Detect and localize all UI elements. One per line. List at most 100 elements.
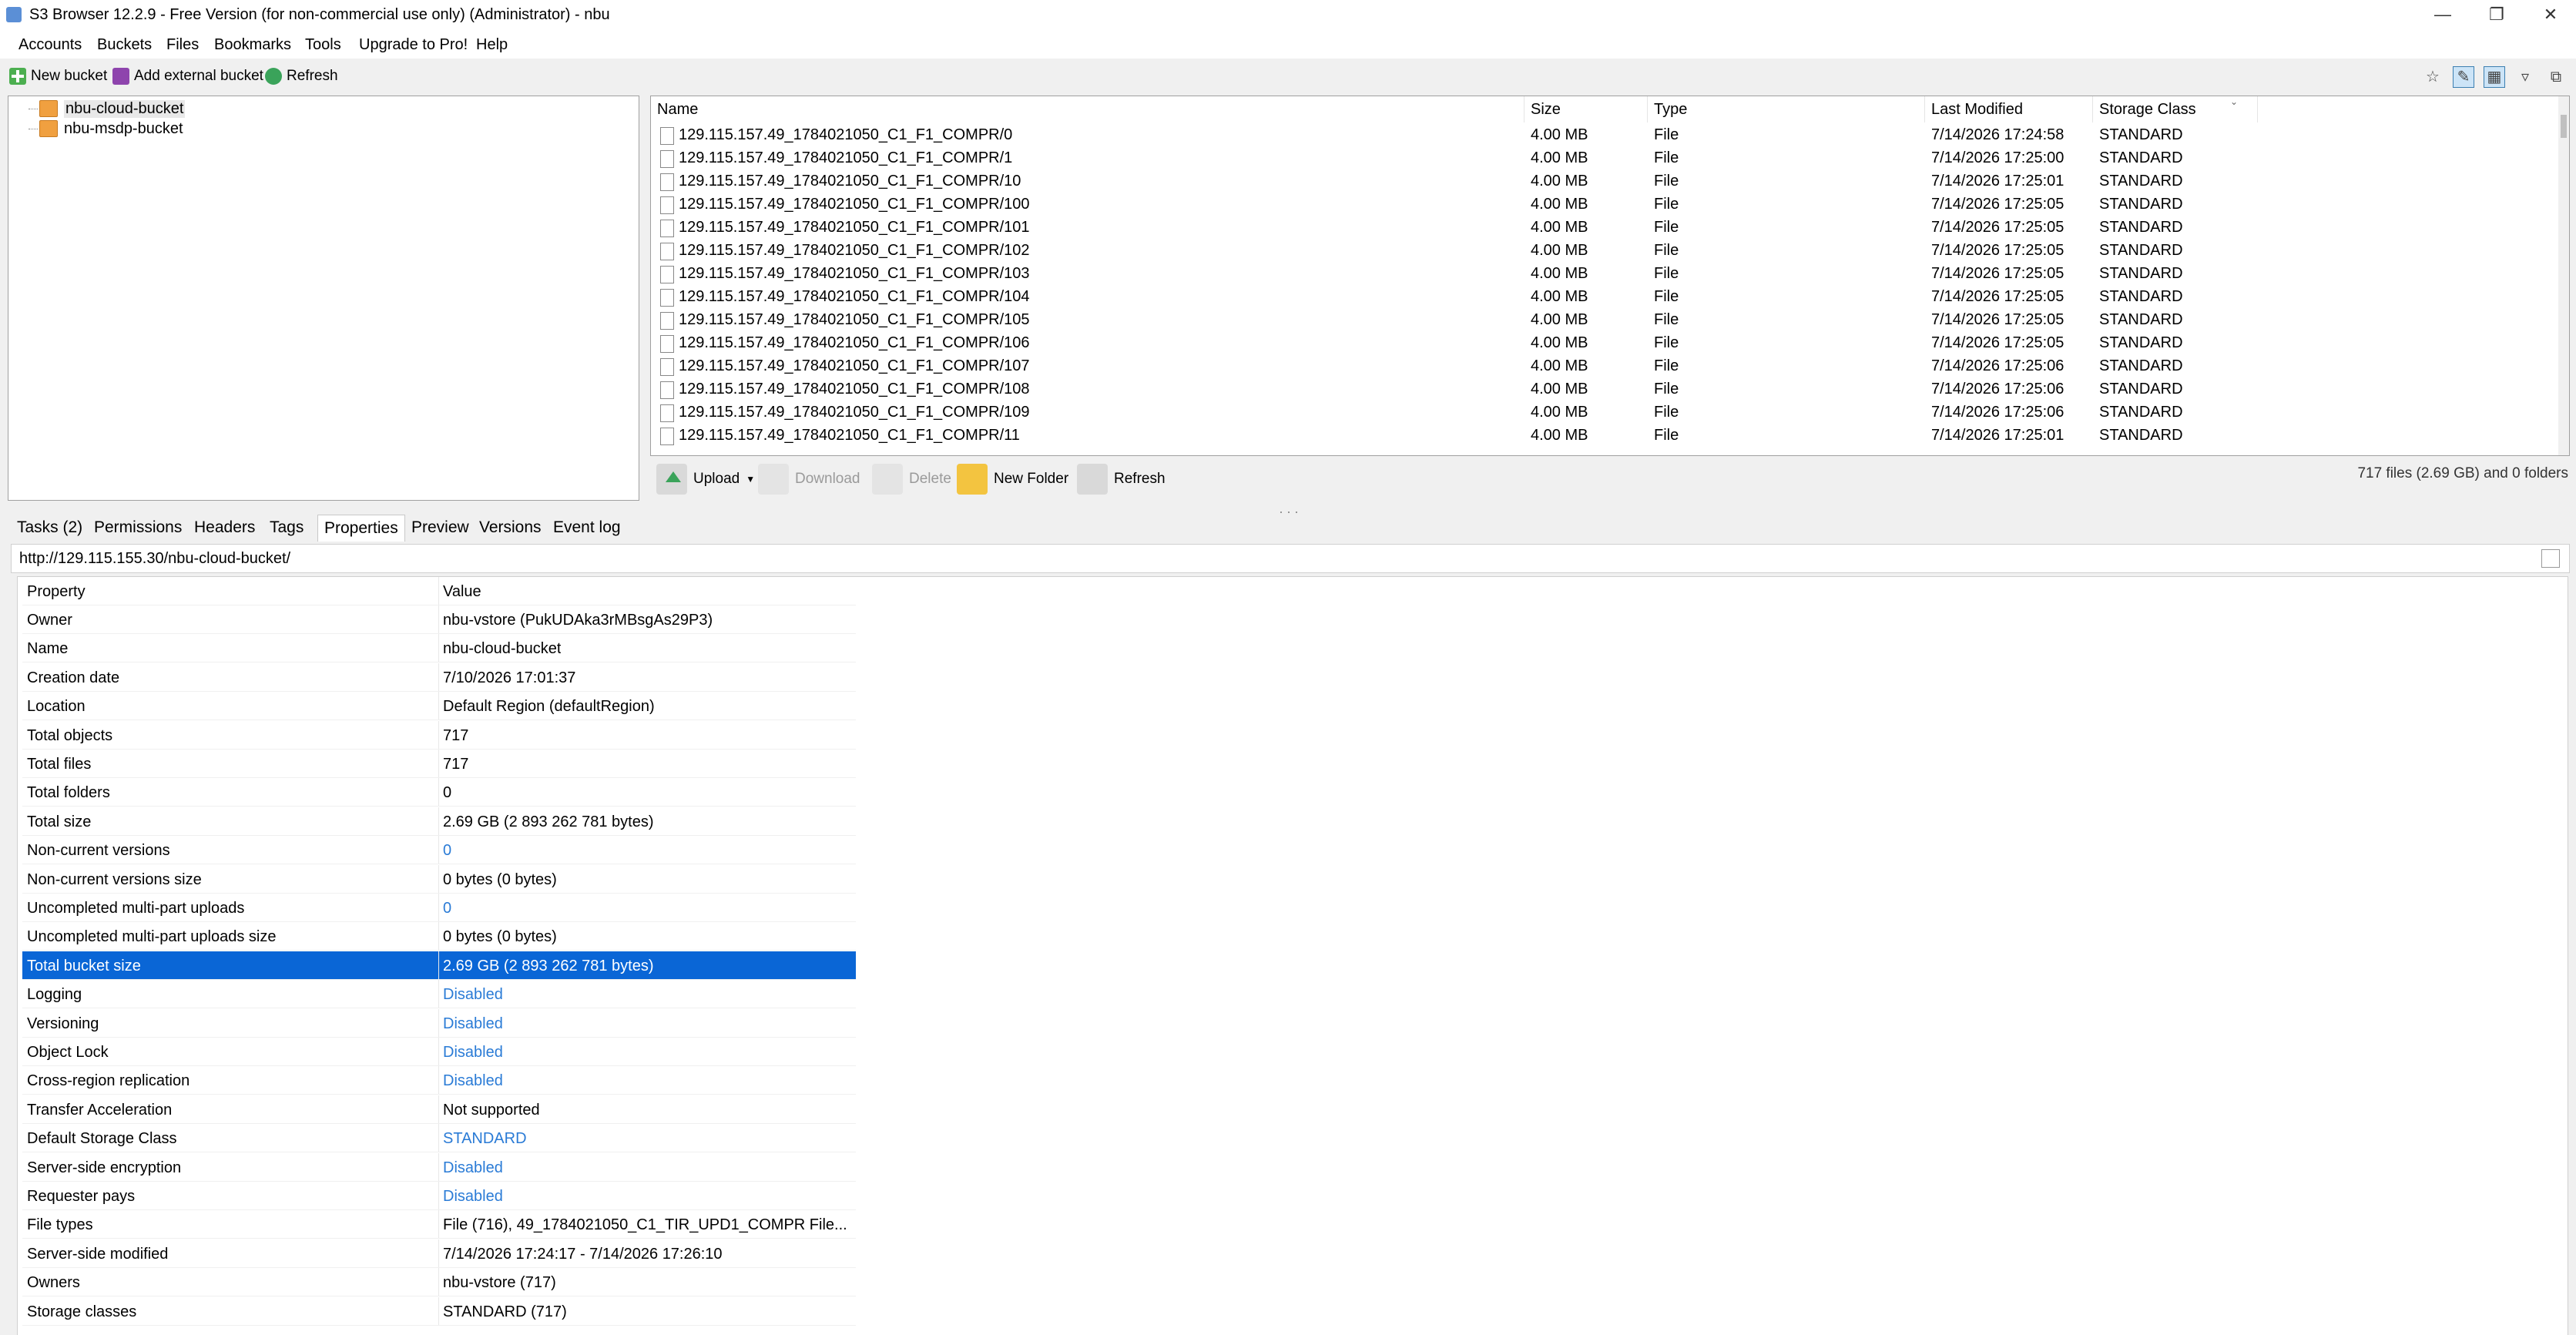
menu-buckets[interactable]: Buckets bbox=[97, 36, 152, 54]
property-row[interactable]: Transfer Acceleration Not supported bbox=[22, 1095, 856, 1124]
file-row[interactable]: 129.115.157.49_1784021050_C1_F1_COMPR/10… bbox=[651, 309, 2569, 332]
bucket-item[interactable]: nbu-msdp-bucket bbox=[39, 119, 183, 138]
property-row[interactable]: Versioning Disabled bbox=[22, 1008, 856, 1038]
menu-accounts[interactable]: Accounts bbox=[18, 36, 82, 54]
file-row[interactable]: 129.115.157.49_1784021050_C1_F1_COMPR/10… bbox=[651, 170, 2569, 193]
tab-properties[interactable]: Properties bbox=[317, 515, 405, 542]
menu-help[interactable]: Help bbox=[476, 36, 508, 54]
file-list[interactable]: Name Size Type Last Modified Storage Cla… bbox=[650, 96, 2570, 456]
property-row[interactable]: Total size 2.69 GB (2 893 262 781 bytes) bbox=[22, 807, 856, 836]
tab-headers[interactable]: Headers bbox=[188, 515, 261, 541]
column-last-modified[interactable]: Last Modified bbox=[1925, 96, 2093, 122]
property-row[interactable]: File types File (716), 49_1784021050_C1_T… bbox=[22, 1210, 856, 1239]
property-row[interactable]: Object Lock Disabled bbox=[22, 1038, 856, 1066]
file-row[interactable]: 129.115.157.49_1784021050_C1_F1_COMPR/10… bbox=[651, 216, 2569, 240]
file-type: File bbox=[1654, 381, 1679, 397]
column-name[interactable]: Name bbox=[651, 96, 1524, 122]
bookmark-star-icon[interactable]: ☆ bbox=[2422, 66, 2444, 88]
bucket-url[interactable]: http://129.115.155.30/nbu-cloud-bucket/ bbox=[19, 550, 290, 568]
file-row[interactable]: 129.115.157.49_1784021050_C1_F1_COMPR/10… bbox=[651, 332, 2569, 355]
property-row[interactable]: Owner nbu-vstore (PukUDAka3rMBsgAs29P3) bbox=[22, 605, 856, 634]
copy-icon[interactable]: ⧉ bbox=[2545, 66, 2567, 88]
property-row[interactable]: Non-current versions 0 bbox=[22, 836, 856, 865]
refresh-buckets-button[interactable]: Refresh bbox=[265, 66, 338, 86]
tab-event-log[interactable]: Event log bbox=[547, 515, 627, 541]
url-bar[interactable]: http://129.115.155.30/nbu-cloud-bucket/ bbox=[11, 544, 2570, 573]
property-name: Uncompleted multi-part uploads bbox=[27, 900, 245, 917]
property-row[interactable]: Logging Disabled bbox=[22, 980, 856, 1009]
upload-button[interactable]: Upload ▼ bbox=[656, 462, 755, 496]
property-value-link[interactable]: Disabled bbox=[443, 1159, 503, 1177]
file-name: 129.115.157.49_1784021050_C1_F1_COMPR/10… bbox=[679, 219, 1030, 236]
property-row[interactable]: Default Storage Class STANDARD bbox=[22, 1124, 856, 1153]
properties-grid[interactable]: Property Value Owner nbu-vstore (PukUDAka… bbox=[17, 576, 2568, 1335]
property-row[interactable]: Server-side encryption Disabled bbox=[22, 1152, 856, 1182]
property-value-link[interactable]: Disabled bbox=[443, 1072, 503, 1090]
file-row[interactable]: 129.115.157.49_1784021050_C1_F1_COMPR/10… bbox=[651, 286, 2569, 309]
property-row[interactable]: Server-side modified 7/14/2026 17:24:17 -… bbox=[22, 1239, 856, 1268]
file-row[interactable]: 129.115.157.49_1784021050_C1_F1_COMPR/10… bbox=[651, 263, 2569, 286]
property-row[interactable]: Creation date 7/10/2026 17:01:37 bbox=[22, 662, 856, 692]
property-row[interactable]: Uncompleted multi-part uploads size 0 byt… bbox=[22, 922, 856, 951]
file-row[interactable]: 129.115.157.49_1784021050_C1_F1_COMPR/10… bbox=[651, 355, 2569, 378]
file-row[interactable]: 129.115.157.49_1784021050_C1_F1_COMPR/11… bbox=[651, 424, 2569, 448]
property-row[interactable]: Uncompleted multi-part uploads 0 bbox=[22, 894, 856, 922]
tab-preview[interactable]: Preview bbox=[405, 515, 475, 541]
file-name: 129.115.157.49_1784021050_C1_F1_COMPR/10… bbox=[679, 265, 1030, 282]
property-row[interactable]: Total folders 0 bbox=[22, 778, 856, 807]
property-row[interactable]: Total files 717 bbox=[22, 750, 856, 778]
file-row[interactable]: 129.115.157.49_1784021050_C1_F1_COMPR/10… bbox=[651, 378, 2569, 401]
property-row[interactable]: Total objects 717 bbox=[22, 720, 856, 750]
property-row[interactable]: Non-current versions size 0 bytes (0 byte… bbox=[22, 864, 856, 894]
file-row[interactable]: 129.115.157.49_1784021050_C1_F1_COMPR/10… bbox=[651, 401, 2569, 424]
property-value-link[interactable]: 0 bbox=[443, 900, 451, 917]
bucket-icon bbox=[39, 120, 58, 137]
column-type[interactable]: Type bbox=[1648, 96, 1925, 122]
file-type: File bbox=[1654, 242, 1679, 259]
property-value-link[interactable]: 0 bbox=[443, 842, 451, 860]
file-row[interactable]: 129.115.157.49_1784021050_C1_F1_COMPR/10… bbox=[651, 193, 2569, 216]
menu-files[interactable]: Files bbox=[166, 36, 199, 54]
property-row[interactable]: Name nbu-cloud-bucket bbox=[22, 634, 856, 663]
tab-tags[interactable]: Tags bbox=[263, 515, 310, 541]
delete-button[interactable]: Delete bbox=[872, 462, 951, 496]
minimize-icon[interactable]: — bbox=[2416, 0, 2470, 29]
column-size[interactable]: Size bbox=[1524, 96, 1648, 122]
filter-icon[interactable]: ▿ bbox=[2514, 66, 2536, 88]
add-external-bucket-button[interactable]: Add external bucket bbox=[112, 66, 263, 86]
view-mode-icon[interactable]: ▦ bbox=[2484, 66, 2505, 88]
new-folder-button[interactable]: New Folder bbox=[957, 462, 1068, 496]
file-row[interactable]: 129.115.157.49_1784021050_C1_F1_COMPR/1 4… bbox=[651, 147, 2569, 170]
property-row[interactable]: Total bucket size 2.69 GB (2 893 262 781 … bbox=[22, 951, 856, 980]
file-row[interactable]: 129.115.157.49_1784021050_C1_F1_COMPR/0 4… bbox=[651, 124, 2569, 147]
tab-tasks[interactable]: Tasks (2) bbox=[11, 515, 89, 541]
property-row[interactable]: Requester pays Disabled bbox=[22, 1182, 856, 1210]
bucket-tree[interactable]: nbu-cloud-bucket nbu-msdp-bucket bbox=[8, 96, 639, 501]
restore-icon[interactable]: ❐ bbox=[2470, 0, 2524, 29]
download-button[interactable]: Download bbox=[758, 462, 860, 496]
close-icon[interactable]: ✕ bbox=[2524, 0, 2576, 29]
edit-icon[interactable]: ✎ bbox=[2453, 66, 2474, 88]
property-row[interactable]: Storage classes STANDARD (717) bbox=[22, 1296, 856, 1326]
tab-permissions[interactable]: Permissions bbox=[88, 515, 188, 541]
property-row[interactable]: Cross-region replication Disabled bbox=[22, 1066, 856, 1095]
property-value-link[interactable]: Disabled bbox=[443, 986, 503, 1004]
folder-icon bbox=[957, 464, 988, 495]
menu-upgrade[interactable]: Upgrade to Pro! bbox=[359, 36, 468, 54]
file-list-scrollbar[interactable] bbox=[2558, 96, 2569, 455]
copy-url-icon[interactable] bbox=[2541, 549, 2560, 568]
bucket-item[interactable]: nbu-cloud-bucket bbox=[39, 99, 186, 118]
property-value-link[interactable]: Disabled bbox=[443, 1015, 503, 1033]
menu-bookmarks[interactable]: Bookmarks bbox=[214, 36, 291, 54]
property-value-link[interactable]: Disabled bbox=[443, 1044, 503, 1062]
file-storage-class: STANDARD bbox=[2099, 242, 2183, 259]
new-bucket-button[interactable]: New bucket bbox=[9, 66, 107, 86]
property-value-link[interactable]: STANDARD bbox=[443, 1130, 527, 1148]
property-row[interactable]: Owners nbu-vstore (717) bbox=[22, 1268, 856, 1297]
refresh-files-button[interactable]: Refresh bbox=[1077, 462, 1166, 496]
file-row[interactable]: 129.115.157.49_1784021050_C1_F1_COMPR/10… bbox=[651, 240, 2569, 263]
property-value-link[interactable]: Disabled bbox=[443, 1188, 503, 1206]
tab-versions[interactable]: Versions bbox=[473, 515, 548, 541]
property-row[interactable]: Location Default Region (defaultRegion) bbox=[22, 692, 856, 721]
menu-tools[interactable]: Tools bbox=[305, 36, 341, 54]
